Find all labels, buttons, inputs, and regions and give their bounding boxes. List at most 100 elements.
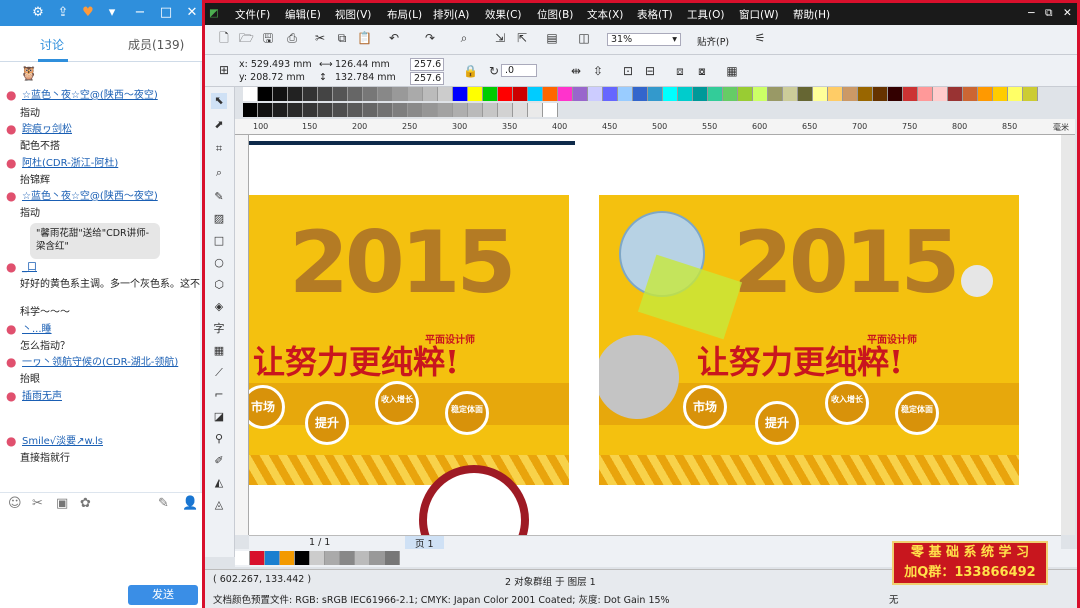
color-palette-top[interactable] <box>243 87 1043 102</box>
send-button[interactable]: 发送 <box>128 585 198 605</box>
publish-icon[interactable]: ▤ <box>545 31 559 45</box>
message-sender[interactable]: 一ヮ丶领航守候の(CDR-湖北-领航) <box>6 356 178 369</box>
message-sender[interactable]: _口 <box>6 261 37 274</box>
share-icon[interactable]: ⇪ <box>55 4 71 22</box>
close-icon[interactable]: ✕ <box>1063 7 1072 19</box>
color-swatch[interactable] <box>393 87 408 101</box>
redo-icon[interactable]: ↷ <box>423 31 437 45</box>
new-icon[interactable]: 🗋 <box>217 31 231 45</box>
message-sender[interactable]: Smile√淡要↗w.ls <box>6 435 103 448</box>
page-tab[interactable]: 页 1 <box>405 536 444 550</box>
tab-members[interactable]: 成员(139) <box>128 36 184 53</box>
color-swatch[interactable] <box>963 87 978 101</box>
interactive-tool-icon[interactable]: ◪ <box>211 409 227 425</box>
color-swatch[interactable] <box>693 87 708 101</box>
color-swatch[interactable] <box>235 551 250 565</box>
origin-icon[interactable]: ⊞ <box>217 63 231 77</box>
color-swatch[interactable] <box>768 87 783 101</box>
rectangle-tool-icon[interactable]: □ <box>211 233 227 249</box>
color-swatch[interactable] <box>295 551 310 565</box>
menu-edit[interactable]: 编辑(E) <box>285 7 321 22</box>
close-icon[interactable]: ✕ <box>184 4 200 22</box>
color-swatch[interactable] <box>310 551 325 565</box>
color-swatch[interactable] <box>498 87 513 101</box>
color-swatch[interactable] <box>843 87 858 101</box>
save-icon[interactable]: 🖫 <box>261 31 275 45</box>
color-swatch[interactable] <box>243 87 258 101</box>
menu-file[interactable]: 文件(F) <box>235 7 270 22</box>
color-swatch[interactable] <box>543 103 558 117</box>
color-swatch[interactable] <box>348 103 363 117</box>
edit-icon[interactable]: ✎ <box>158 496 169 511</box>
message-sender[interactable]: 阿杜(CDR-浙江-阿杜) <box>6 157 118 170</box>
message-sender[interactable]: ☆蓝色丶夜☆空@(陕西～夜空) <box>6 89 158 102</box>
color-swatch[interactable] <box>933 87 948 101</box>
text-tool-icon[interactable]: 字 <box>211 321 227 337</box>
poster-right[interactable]: 2015 平面设计师 让努力更纯粹! 市场 提升 收入增长 稳定体面 <box>599 195 1019 485</box>
color-swatch[interactable] <box>708 87 723 101</box>
color-swatch[interactable] <box>828 87 843 101</box>
color-swatch[interactable] <box>303 87 318 101</box>
dimension-tool-icon[interactable]: ⟋ <box>211 365 227 381</box>
flower-icon[interactable]: ✿ <box>80 496 91 511</box>
color-swatch[interactable] <box>888 87 903 101</box>
color-swatch[interactable] <box>288 103 303 117</box>
menu-effects[interactable]: 效果(C) <box>485 7 522 22</box>
drawing-canvas[interactable]: 2015 平面设计师 让努力更纯粹! 市场 提升 收入增长 稳定体面 2015 … <box>249 135 1061 535</box>
color-swatch[interactable] <box>723 87 738 101</box>
color-swatch[interactable] <box>378 103 393 117</box>
color-swatch[interactable] <box>325 551 340 565</box>
menu-layout[interactable]: 布局(L) <box>387 7 422 22</box>
search-icon[interactable]: ⌕ <box>457 31 471 45</box>
color-swatch[interactable] <box>588 87 603 101</box>
launcher-icon[interactable]: ◫ <box>577 31 591 45</box>
color-swatch[interactable] <box>873 87 888 101</box>
color-swatch[interactable] <box>1008 87 1023 101</box>
ungroup-icon[interactable]: ⊟ <box>643 64 657 78</box>
color-swatch[interactable] <box>363 103 378 117</box>
eyedropper-icon[interactable]: ⚲ <box>211 431 227 447</box>
color-swatch[interactable] <box>678 87 693 101</box>
color-swatch[interactable] <box>370 551 385 565</box>
table-tool-icon[interactable]: ▦ <box>211 343 227 359</box>
color-swatch[interactable] <box>618 87 633 101</box>
color-swatch[interactable] <box>280 551 295 565</box>
cut-icon[interactable]: ✂ <box>313 31 327 45</box>
rotation-field[interactable]: .0 <box>501 64 537 77</box>
paste-icon[interactable]: 📋 <box>357 31 372 45</box>
menu-bitmaps[interactable]: 位图(B) <box>537 7 573 22</box>
color-swatch[interactable] <box>753 87 768 101</box>
color-swatch[interactable] <box>318 87 333 101</box>
color-swatch[interactable] <box>1023 87 1038 101</box>
color-swatch[interactable] <box>258 87 273 101</box>
heart-icon[interactable]: ♥ <box>80 4 96 22</box>
vertical-scrollbar[interactable] <box>1061 135 1075 535</box>
import-icon[interactable]: ⇲ <box>493 31 507 45</box>
color-swatch[interactable] <box>438 87 453 101</box>
color-swatch[interactable] <box>393 103 408 117</box>
color-swatch[interactable] <box>273 103 288 117</box>
interactive-fill-icon[interactable]: ◬ <box>211 497 227 513</box>
message-sender[interactable]: 丶...睡 <box>6 323 52 336</box>
color-swatch[interactable] <box>738 87 753 101</box>
x-position[interactable]: x: 529.493 mm <box>239 59 312 70</box>
color-swatch[interactable] <box>858 87 873 101</box>
color-swatch[interactable] <box>340 551 355 565</box>
menu-table[interactable]: 表格(T) <box>637 7 673 22</box>
message-sender[interactable]: 插雨无声 <box>6 390 62 403</box>
color-swatch[interactable] <box>333 87 348 101</box>
color-swatch[interactable] <box>355 551 370 565</box>
menu-view[interactable]: 视图(V) <box>335 7 371 22</box>
width-field[interactable]: 126.44 mm <box>335 59 390 70</box>
color-swatch[interactable] <box>273 87 288 101</box>
color-swatch[interactable] <box>573 87 588 101</box>
color-swatch[interactable] <box>318 103 333 117</box>
polygon-tool-icon[interactable]: ⬡ <box>211 277 227 293</box>
color-profile-text[interactable]: 文档颜色预置文件: RGB: sRGB IEC61966-2.1; CMYK: … <box>213 592 670 606</box>
color-swatch[interactable] <box>423 103 438 117</box>
menu-help[interactable]: 帮助(H) <box>793 7 830 22</box>
tab-discuss[interactable]: 讨论 <box>40 36 64 53</box>
align-icon[interactable]: ▦ <box>725 64 739 78</box>
color-swatch[interactable] <box>483 87 498 101</box>
zoom-tool-icon[interactable]: ⌕ <box>211 165 227 181</box>
